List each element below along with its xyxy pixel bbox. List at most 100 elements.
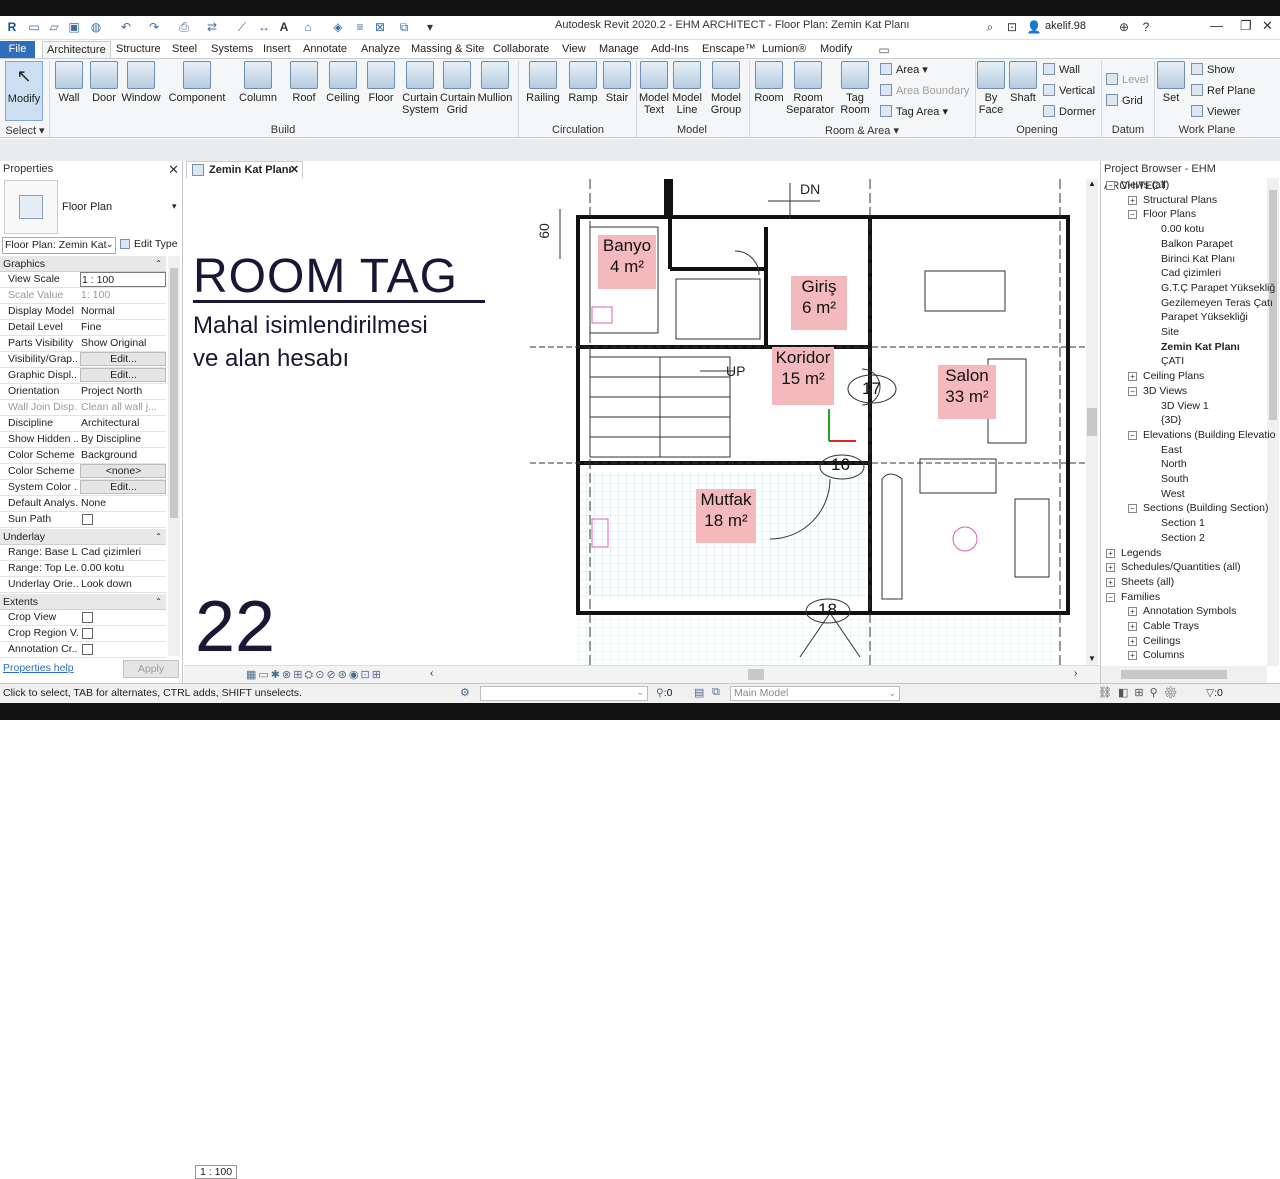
tab-enscape[interactable]: Enscape™ <box>698 41 760 58</box>
room-tag-koridor[interactable]: Koridor 15 m² <box>772 347 834 405</box>
view-tab[interactable]: Zemin Kat Planı ✕ <box>186 161 303 178</box>
property-row[interactable]: Range: Top Le... 0.00 kotu <box>0 561 166 577</box>
browser-item[interactable]: Cad çizimleri <box>1161 267 1221 279</box>
browser-item[interactable]: Elevations (Building Elevatio <box>1143 429 1276 441</box>
maximize-icon[interactable]: ❐ <box>1240 18 1252 34</box>
tree-toggle-icon[interactable]: − <box>1128 430 1137 440</box>
browser-item[interactable]: Ceiling Plans <box>1143 370 1204 382</box>
tree-toggle-icon[interactable]: + <box>1106 563 1115 573</box>
browser-item[interactable]: 0.00 kotu <box>1161 223 1204 235</box>
browser-item[interactable]: Ceilings <box>1143 635 1180 647</box>
design-option-dropdown[interactable]: Main Model ⌄ <box>730 686 900 701</box>
property-value[interactable]: 1 : 100 <box>80 272 166 287</box>
mullion-button[interactable]: Mullion <box>476 61 514 104</box>
property-row[interactable]: Annotation Cr... <box>0 642 166 658</box>
tab-annotate[interactable]: Annotate <box>299 41 351 58</box>
selector-chevron-icon[interactable]: ⌄ <box>106 239 114 250</box>
browser-item[interactable]: Structural Plans <box>1143 194 1217 206</box>
level-button[interactable]: Level <box>1106 73 1148 86</box>
revit-logo-icon[interactable]: R <box>4 19 20 35</box>
property-value[interactable]: Edit... <box>80 480 166 494</box>
browser-item[interactable]: Views (all) <box>1121 179 1169 191</box>
tab-architecture[interactable]: Architecture <box>42 41 111 58</box>
room-tag-salon[interactable]: Salon 33 m² <box>938 365 996 419</box>
railing-button[interactable]: Railing <box>524 61 562 104</box>
room-separator-button[interactable]: Room Separator <box>786 61 834 116</box>
customize-qat-icon[interactable]: ▾ <box>422 19 438 35</box>
model-line-button[interactable]: Model Line <box>672 61 702 116</box>
area-button[interactable]: Area ▾ <box>880 63 928 76</box>
close-hidden-icon[interactable]: ⊠ <box>372 19 388 35</box>
property-value[interactable]: 1: 100 <box>80 288 166 303</box>
tree-toggle-icon[interactable]: − <box>1106 181 1115 190</box>
worksets-icon[interactable]: ⚙ <box>460 686 470 699</box>
underlay-section[interactable]: Underlay ⌃ <box>0 529 166 545</box>
tab-systems[interactable]: Systems <box>207 41 257 58</box>
ceiling-button[interactable]: Ceiling <box>325 61 361 104</box>
property-row[interactable]: Show Hidden ... By Discipline <box>0 432 166 448</box>
property-row[interactable]: Default Analys... None <box>0 496 166 512</box>
property-value[interactable]: By Discipline <box>80 432 166 447</box>
ref-plane-button[interactable]: Ref Plane <box>1191 84 1255 97</box>
property-row[interactable]: Graphic Displ... Edit... <box>0 368 166 384</box>
tag-room-button[interactable]: Tag Room <box>838 61 872 116</box>
door-tag-17[interactable]: 17 <box>862 379 881 399</box>
property-row[interactable]: Visibility/Grap... Edit... <box>0 352 166 368</box>
redo-icon[interactable]: ↷ <box>146 19 162 35</box>
property-row[interactable]: Detail Level Fine <box>0 320 166 336</box>
property-row[interactable]: Color Scheme <none> <box>0 464 166 480</box>
property-row[interactable]: Crop View <box>0 610 166 626</box>
room-tag-giris[interactable]: Giriş 6 m² <box>791 276 847 330</box>
browser-item[interactable]: Zemin Kat Planı <box>1161 341 1240 353</box>
browser-item[interactable]: Site <box>1161 326 1179 338</box>
browser-item[interactable]: Families <box>1121 591 1160 603</box>
select-panel-label[interactable]: Select ▾ <box>4 124 46 137</box>
tab-steel[interactable]: Steel <box>168 41 201 58</box>
workset-dropdown[interactable]: ⌄ <box>480 686 648 701</box>
browser-scrollbar[interactable] <box>1267 178 1279 666</box>
wall-opening-button[interactable]: Wall <box>1043 63 1080 76</box>
property-row[interactable]: Sun Path <box>0 512 166 528</box>
browser-item[interactable]: Section 1 <box>1161 517 1205 529</box>
browser-item[interactable]: West <box>1161 488 1185 500</box>
tree-toggle-icon[interactable]: − <box>1106 592 1115 602</box>
property-value[interactable]: Normal <box>80 304 166 319</box>
property-row[interactable]: Crop Region V... <box>0 626 166 642</box>
scroll-up-icon[interactable]: ▲ <box>1086 179 1098 188</box>
browser-hscrollbar[interactable] <box>1101 666 1267 683</box>
tab-insert[interactable]: Insert <box>259 41 295 58</box>
browser-item[interactable]: Birinci Kat Planı <box>1161 253 1235 265</box>
tab-file[interactable]: File <box>0 41 35 58</box>
room-button[interactable]: Room <box>752 61 786 104</box>
property-value[interactable]: Fine <box>80 320 166 335</box>
stair-button[interactable]: Stair <box>602 61 632 104</box>
measure-icon[interactable]: ⟋ <box>234 19 250 35</box>
browser-item[interactable]: Sheets (all) <box>1121 576 1174 588</box>
by-face-button[interactable]: By Face <box>976 61 1006 116</box>
horizontal-scrollbar-thumb[interactable] <box>748 669 764 680</box>
type-dropdown-icon[interactable]: ▾ <box>172 201 177 212</box>
user-name[interactable]: akelif.98 <box>1045 20 1086 32</box>
search-icon[interactable]: ⌕ <box>982 19 998 35</box>
property-row[interactable]: Display Model Normal <box>0 304 166 320</box>
tab-massing-site[interactable]: Massing & Site <box>407 41 488 58</box>
tab-manage[interactable]: Manage <box>595 41 643 58</box>
switch-icon[interactable]: ⧉ <box>396 19 412 35</box>
area-boundary-button[interactable]: Area Boundary <box>880 84 969 97</box>
property-value[interactable]: Edit... <box>80 368 166 382</box>
roof-button[interactable]: Roof <box>287 61 321 104</box>
browser-item[interactable]: East <box>1161 444 1182 456</box>
checkbox[interactable] <box>82 612 93 623</box>
tab-structure[interactable]: Structure <box>112 41 165 58</box>
tab-add-ins[interactable]: Add-Ins <box>647 41 693 58</box>
sync-icon[interactable]: ◍ <box>88 19 104 35</box>
tree-toggle-icon[interactable]: + <box>1128 195 1137 205</box>
viewer-button[interactable]: Viewer <box>1191 105 1240 118</box>
checkbox[interactable] <box>82 628 93 639</box>
wall-button[interactable]: Wall <box>52 61 86 104</box>
dormer-button[interactable]: Dormer <box>1043 105 1096 118</box>
browser-item[interactable]: Section 2 <box>1161 532 1205 544</box>
browser-item[interactable]: Floor Plans <box>1143 208 1196 220</box>
open-icon[interactable]: ▭ <box>26 19 42 35</box>
browser-item[interactable]: G.T.Ç Parapet Yüksekliğ <box>1161 282 1275 294</box>
